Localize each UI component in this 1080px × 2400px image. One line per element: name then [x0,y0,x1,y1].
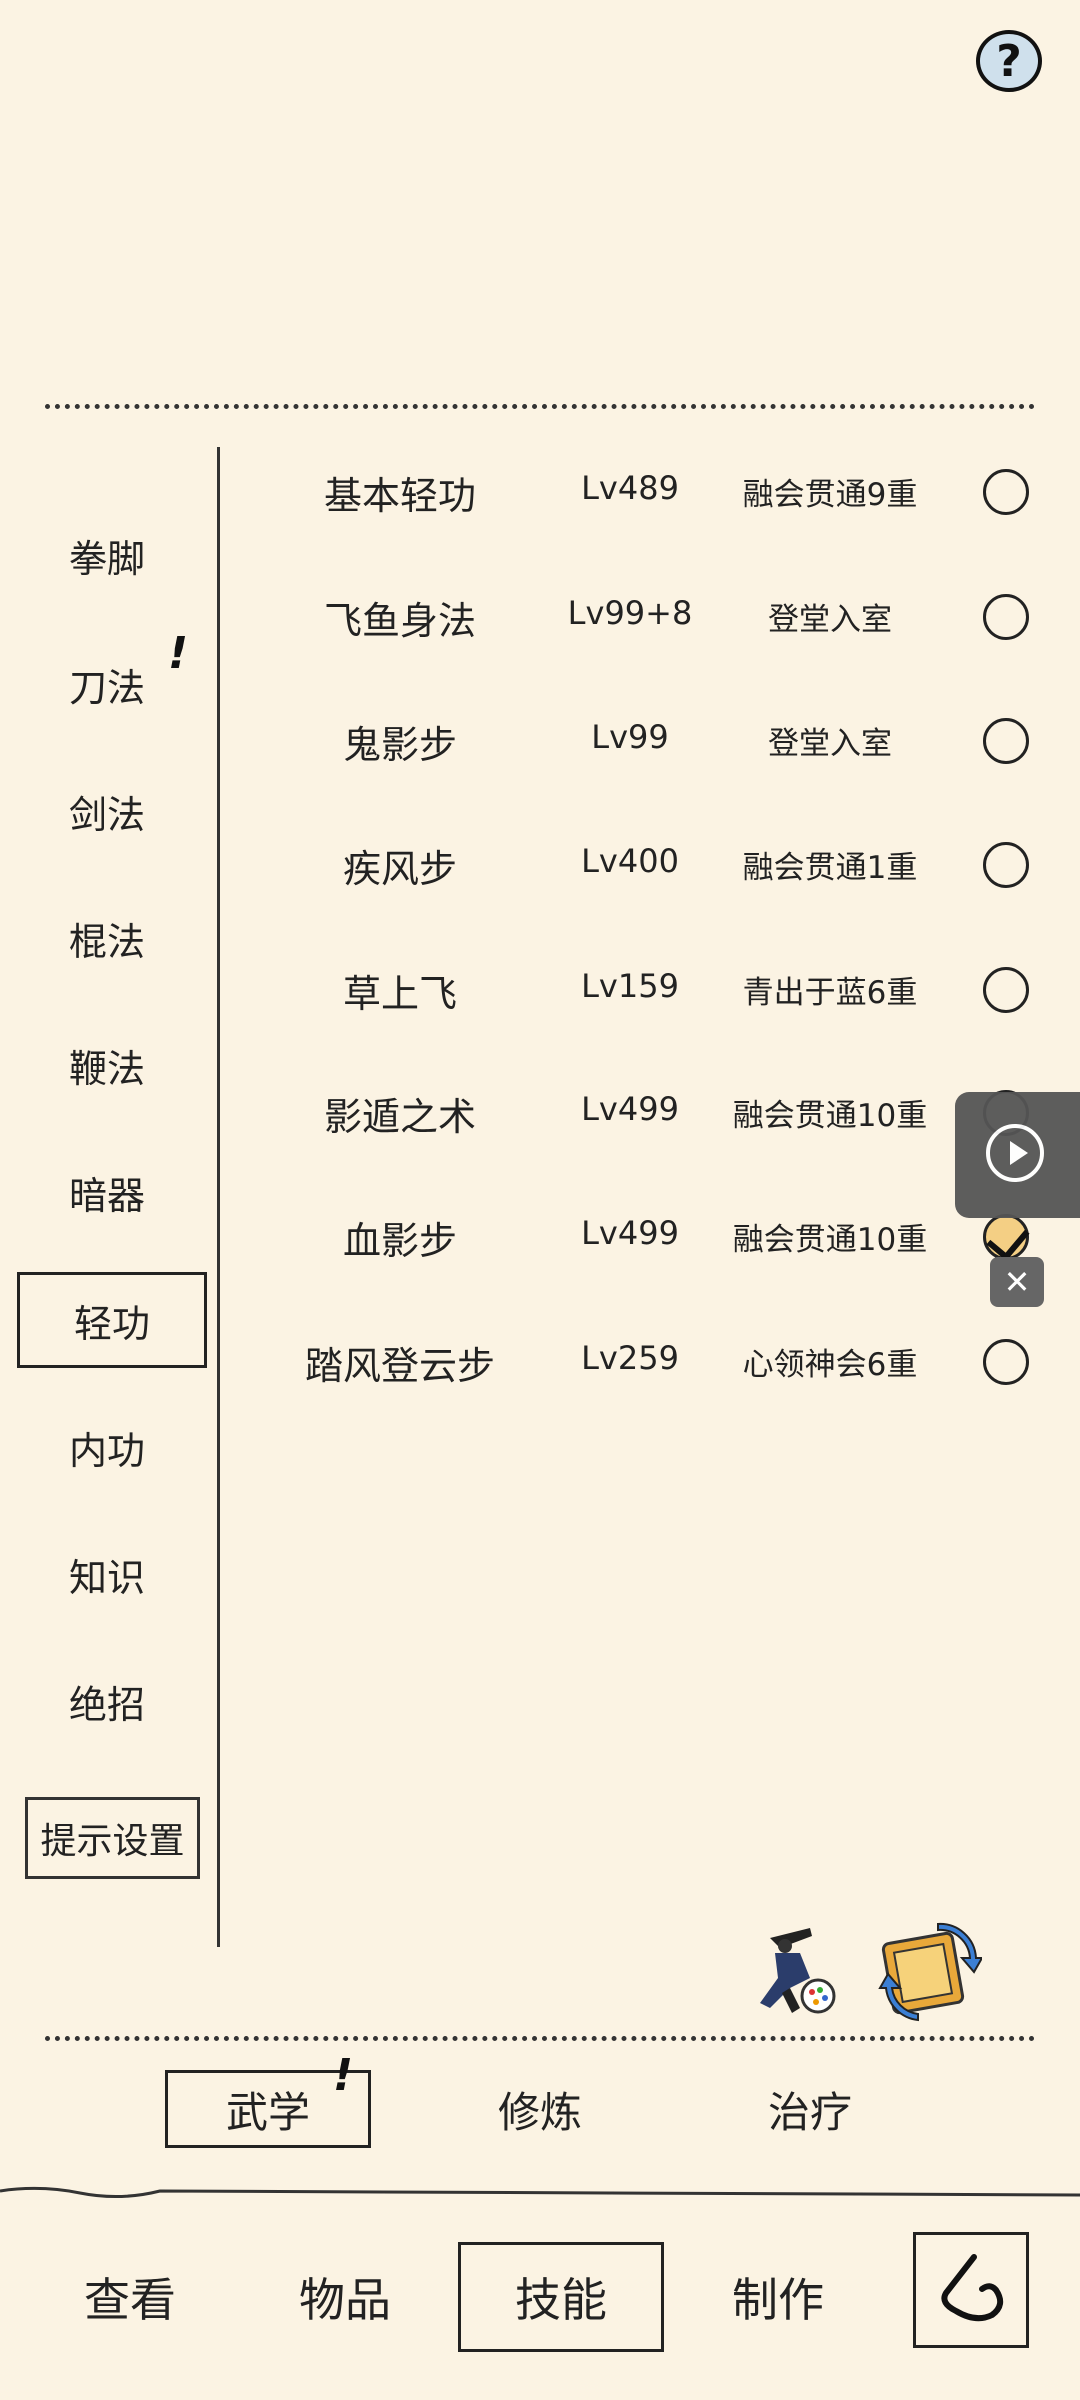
category-anqi[interactable]: 暗器 [22,1163,192,1221]
help-button[interactable]: ? [976,30,1042,92]
skill-rank: 心领神会6重 [742,1347,918,1383]
skill-name: 基本轻功 [323,474,476,518]
skill-level: Lv499 [581,1090,679,1128]
skill-select-radio[interactable] [983,842,1029,888]
category-juezhao[interactable]: 绝招 [22,1672,192,1730]
skill-name: 草上飞 [342,972,457,1016]
category-qinggong[interactable]: 轻功 [17,1272,207,1368]
skill-rank: 融会贯通9重 [742,477,918,513]
skill-level: Lv99+8 [567,594,693,632]
skill-level: Lv99 [591,718,669,756]
close-float-button[interactable]: ✕ [990,1257,1044,1307]
skill-rank: 登堂入室 [768,726,892,762]
category-zhishi[interactable]: 知识 [22,1545,192,1603]
category-gunfa[interactable]: 棍法 [22,909,192,967]
skill-level: Lv159 [581,967,679,1005]
skill-name: 踏风登云步 [304,1344,495,1388]
skill-row[interactable]: 血影步 Lv499 融会贯通10重 [230,1190,1050,1280]
skill-select-radio[interactable] [983,1339,1029,1385]
category-bianfa[interactable]: 鞭法 [22,1036,192,1094]
skill-select-radio[interactable] [983,469,1029,515]
skill-rank: 登堂入室 [768,602,892,638]
hint-settings-button[interactable]: 提示设置 [25,1797,200,1879]
skill-row[interactable]: 飞鱼身法 Lv99+8 登堂入室 [230,570,1050,660]
skill-name: 血影步 [342,1219,457,1263]
back-button[interactable] [913,2232,1029,2348]
skill-row[interactable]: 踏风登云步 Lv259 心领神会6重 [230,1315,1050,1405]
convert-book-icon[interactable] [878,1918,984,2022]
skill-row[interactable]: 草上飞 Lv159 青出于蓝6重 [230,943,1050,1033]
skill-select-radio[interactable] [983,594,1029,640]
skill-name: 鬼影步 [342,723,457,767]
skill-row[interactable]: 鬼影步 Lv99 登堂入室 [230,694,1050,784]
brush-divider [0,2184,1080,2199]
back-icon [941,2254,1004,2322]
floating-video-panel[interactable] [955,1092,1080,1218]
skill-name: 疾风步 [342,847,457,891]
skill-row[interactable]: 疾风步 Lv400 融会贯通1重 [230,818,1050,908]
skill-row[interactable]: 影遁之术 Lv499 融会贯通10重 [230,1066,1050,1156]
skill-rank: 融会贯通10重 [732,1098,928,1134]
skill-level: Lv259 [581,1339,679,1377]
category-neigong[interactable]: 内功 [22,1418,192,1476]
nav-jineng[interactable]: 技能 [458,2242,664,2352]
skill-level: Lv400 [581,842,679,880]
lower-divider [45,2036,1035,2041]
category-quanjiao[interactable]: 拳脚 [22,526,192,584]
top-divider [45,404,1035,409]
skill-level: Lv489 [581,469,679,507]
category-jianfa[interactable]: 剑法 [22,782,192,840]
skill-rank: 融会贯通1重 [742,850,918,886]
skill-level: Lv499 [581,1214,679,1252]
tab-xiulian[interactable]: 修炼 [440,2070,640,2148]
play-icon[interactable] [986,1124,1044,1182]
wuxue-alert-mark: ! [333,2050,354,2101]
nav-chakan[interactable]: 查看 [40,2242,220,2352]
skill-select-radio[interactable] [983,967,1029,1013]
vertical-separator [217,447,220,1947]
daofa-alert-mark: ! [168,628,189,679]
category-daofa[interactable]: 刀法 [22,655,192,713]
skill-row[interactable]: 基本轻功 Lv489 融会贯通9重 [230,445,1050,535]
nav-zhizuo[interactable]: 制作 [688,2242,868,2352]
skill-name: 影遁之术 [323,1095,476,1139]
skill-rank: 青出于蓝6重 [742,975,918,1011]
tab-zhiliao[interactable]: 治疗 [710,2070,910,2148]
nav-wupin[interactable]: 物品 [255,2242,435,2352]
martial-artist-icon[interactable] [740,1918,844,2022]
skill-select-radio-checked[interactable] [983,1214,1029,1260]
skill-rank: 融会贯通10重 [732,1222,928,1258]
skill-name: 飞鱼身法 [323,599,476,643]
skill-select-radio[interactable] [983,718,1029,764]
